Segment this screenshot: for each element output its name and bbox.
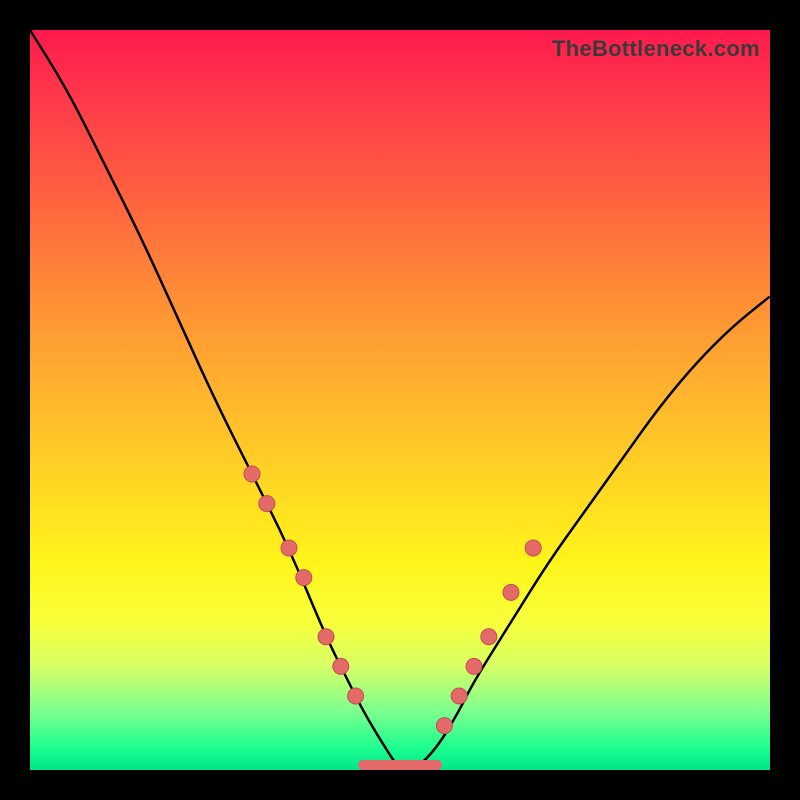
data-marker <box>503 584 519 600</box>
bottleneck-curve <box>30 30 770 770</box>
data-marker <box>296 570 312 586</box>
plot-area: TheBottleneck.com <box>30 30 770 770</box>
data-marker <box>525 540 541 556</box>
data-marker <box>436 718 452 734</box>
data-marker <box>333 658 349 674</box>
data-marker <box>318 629 334 645</box>
data-marker <box>348 688 364 704</box>
data-marker <box>481 629 497 645</box>
chart-frame: TheBottleneck.com <box>0 0 800 800</box>
marker-cluster-right <box>436 540 541 734</box>
data-marker <box>281 540 297 556</box>
chart-svg <box>30 30 770 770</box>
data-marker <box>466 658 482 674</box>
marker-cluster-left <box>244 466 364 704</box>
data-marker <box>244 466 260 482</box>
data-marker <box>451 688 467 704</box>
data-marker <box>259 496 275 512</box>
